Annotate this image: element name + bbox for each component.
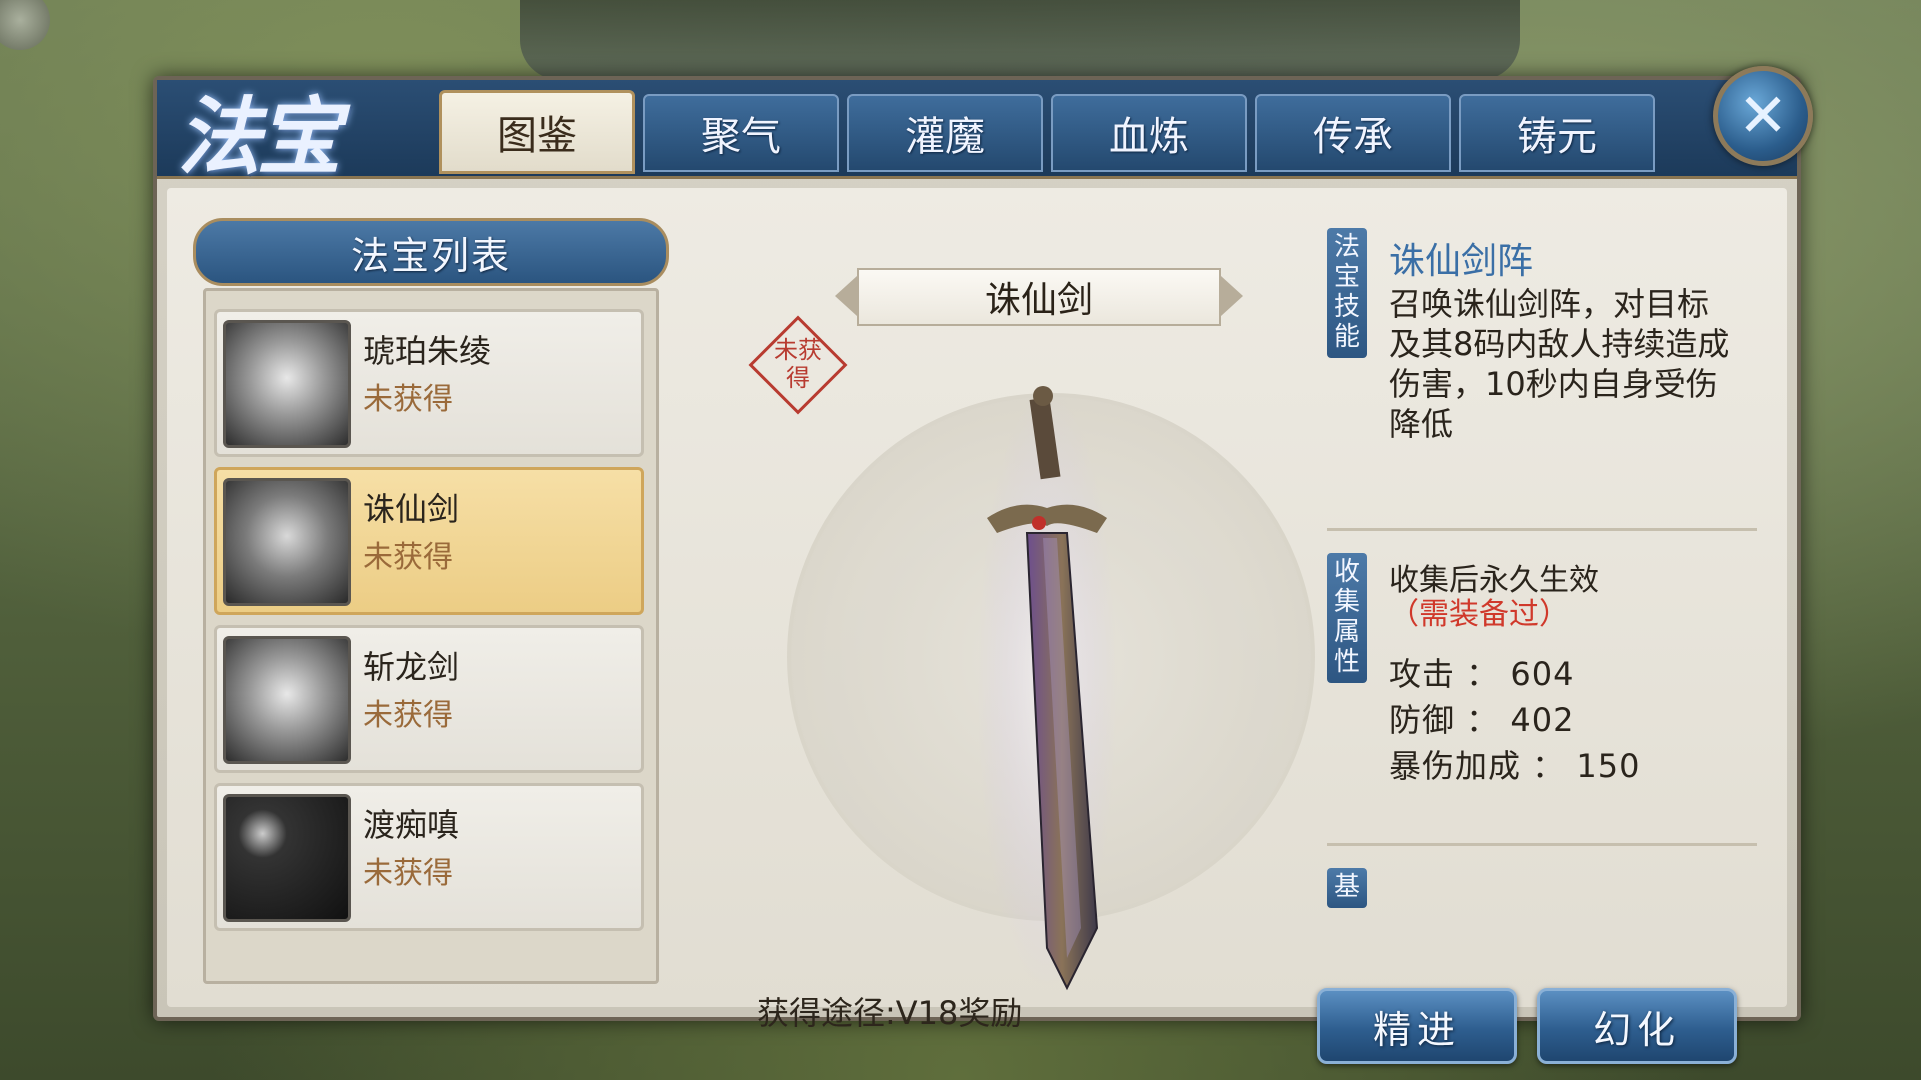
item-name: 渡痴嗔: [363, 806, 460, 844]
collect-attributes: 收集属性 收集后永久生效 （需装备过） 攻击 ： 604 防御 ： 402 暴伤…: [1327, 553, 1757, 846]
sword-image: [977, 386, 1117, 991]
attr-crit-damage: 暴伤加成 ： 150: [1389, 747, 1641, 785]
top-bar: 法宝 图鉴 聚气 灌魔 血炼 传承 铸元 ✕: [157, 66, 1813, 186]
skill-tag: 法宝技能: [1327, 228, 1367, 358]
background-roof: [520, 0, 1520, 80]
attr-attack: 攻击 ： 604: [1389, 655, 1575, 693]
list-item-dragon-sword[interactable]: 斩龙剑 未获得: [214, 625, 644, 773]
item-icon: [223, 794, 351, 922]
tab-forge[interactable]: 铸元: [1459, 94, 1655, 172]
item-status: 未获得: [363, 856, 453, 891]
treasure-window: 法宝 图鉴 聚气 灌魔 血炼 传承 铸元 ✕ 法宝列表 琥珀朱绫 未获得 诛仙剑…: [153, 66, 1813, 1064]
item-name: 斩龙剑: [363, 648, 460, 686]
transform-button[interactable]: 幻化: [1537, 988, 1737, 1064]
tab-infuse[interactable]: 灌魔: [847, 94, 1043, 172]
base-tag: 基: [1327, 868, 1367, 908]
tab-inherit[interactable]: 传承: [1255, 94, 1451, 172]
close-icon: ✕: [1737, 81, 1789, 151]
list-item-duchichen[interactable]: 渡痴嗔 未获得: [214, 783, 644, 931]
item-icon: [223, 320, 351, 448]
list-header: 法宝列表: [193, 218, 669, 286]
skill-section: 法宝技能 诛仙剑阵 召唤诛仙剑阵，对目标及其8码内敌人持续造成伤害，10秒内自身…: [1327, 228, 1757, 531]
item-status: 未获得: [363, 382, 453, 417]
list-item-zhuxian-sword[interactable]: 诛仙剑 未获得: [214, 467, 644, 615]
obtain-method: 获得途径:V18奖励: [757, 994, 1023, 1032]
treasure-name-banner: 诛仙剑: [835, 268, 1243, 326]
item-name: 琥珀朱绫: [363, 332, 492, 370]
skill-name: 诛仙剑阵: [1389, 241, 1534, 282]
collect-note: （需装备过）: [1389, 597, 1569, 632]
collect-tag: 收集属性: [1327, 553, 1367, 683]
refine-button[interactable]: 精进: [1317, 988, 1517, 1064]
item-name: 诛仙剑: [363, 490, 460, 528]
window-logo: 法宝: [177, 87, 341, 186]
tab-blood-refine[interactable]: 血炼: [1051, 94, 1247, 172]
corner-icon: [0, 0, 50, 50]
tab-bar: 图鉴 聚气 灌魔 血炼 传承 铸元: [439, 90, 1655, 174]
list-item-amber[interactable]: 琥珀朱绫 未获得: [214, 309, 644, 457]
seal-text: 未获得: [774, 336, 822, 392]
item-icon: [223, 636, 351, 764]
treasure-list[interactable]: 琥珀朱绫 未获得 诛仙剑 未获得 斩龙剑 未获得 渡痴嗔 未获得: [203, 288, 659, 984]
tab-catalog[interactable]: 图鉴: [439, 90, 635, 174]
attr-defense: 防御 ： 402: [1389, 701, 1575, 739]
item-status: 未获得: [363, 540, 453, 575]
skill-description: 召唤诛仙剑阵，对目标及其8码内敌人持续造成伤害，10秒内自身受伤降低: [1389, 285, 1730, 443]
item-icon: [223, 478, 351, 606]
close-button[interactable]: ✕: [1713, 66, 1813, 166]
item-status: 未获得: [363, 698, 453, 733]
content-area: 法宝列表 琥珀朱绫 未获得 诛仙剑 未获得 斩龙剑 未获得 渡痴嗔 未获得 诛仙…: [167, 188, 1787, 1064]
tab-gather-qi[interactable]: 聚气: [643, 94, 839, 172]
